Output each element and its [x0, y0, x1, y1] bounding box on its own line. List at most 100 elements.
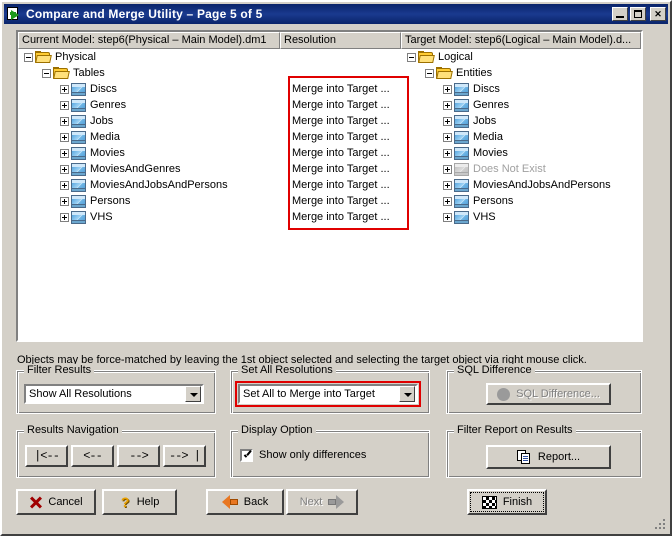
- show-only-differences-checkbox[interactable]: [240, 449, 253, 462]
- expand-toggle-icon[interactable]: [60, 100, 69, 110]
- expand-toggle-icon[interactable]: [443, 100, 452, 110]
- tree-item-entity[interactable]: Movies: [401, 145, 641, 161]
- help-button[interactable]: ? Help: [102, 489, 177, 515]
- finish-button[interactable]: Finish: [467, 489, 547, 515]
- resolution-cell[interactable]: Merge into Target ...: [280, 193, 401, 209]
- tree-item-label: Persons: [473, 195, 514, 207]
- tree-node-logical[interactable]: Logical: [401, 49, 641, 65]
- tree-item-label: Jobs: [90, 115, 114, 127]
- tree-item-label: Media: [90, 131, 120, 143]
- tree-item-label: Does Not Exist: [473, 163, 546, 175]
- resolution-cell[interactable]: Merge into Target ...: [280, 129, 401, 145]
- chevron-down-icon[interactable]: [185, 386, 201, 402]
- compare-merge-window: Compare and Merge Utility – Page 5 of 5 …: [0, 0, 672, 536]
- expand-toggle-icon[interactable]: [443, 116, 452, 126]
- minimize-button[interactable]: [612, 7, 628, 21]
- close-button[interactable]: ✕: [650, 7, 666, 21]
- tree-node-label: Physical: [55, 51, 96, 63]
- expand-toggle-icon[interactable]: [60, 148, 69, 158]
- show-only-differences-label[interactable]: Show only differences: [259, 449, 366, 461]
- expand-toggle-icon[interactable]: [60, 116, 69, 126]
- collapse-toggle-icon[interactable]: [24, 52, 33, 62]
- tree-item-entity[interactable]: MoviesAndJobsAndPersons: [401, 177, 641, 193]
- resolution-cell[interactable]: Merge into Target ...: [280, 209, 401, 225]
- window-controls: ✕: [612, 7, 666, 21]
- tree-node-tables[interactable]: Tables: [18, 65, 280, 81]
- tree-node-label: Entities: [456, 67, 493, 79]
- nav-last-button[interactable]: --> |: [163, 445, 206, 467]
- tree-item-table[interactable]: Discs: [18, 81, 280, 97]
- tree-item-label: Movies: [90, 147, 125, 159]
- tree-item-table[interactable]: Genres: [18, 97, 280, 113]
- expand-toggle-icon[interactable]: [443, 132, 452, 142]
- expand-toggle-icon[interactable]: [443, 148, 452, 158]
- tree-node-physical[interactable]: Physical: [18, 49, 280, 65]
- expand-toggle-icon[interactable]: [443, 164, 452, 174]
- expand-toggle-icon[interactable]: [443, 84, 452, 94]
- arrow-left-icon: [221, 495, 238, 509]
- expand-toggle-icon[interactable]: [443, 212, 452, 222]
- resolution-cell[interactable]: Merge into Target ...: [280, 81, 401, 97]
- resolution-cell[interactable]: Merge into Target ...: [280, 145, 401, 161]
- tree-item-table[interactable]: Jobs: [18, 113, 280, 129]
- resolution-cell[interactable]: Merge into Target ...: [280, 113, 401, 129]
- tree-item-table[interactable]: Persons: [18, 193, 280, 209]
- expand-toggle-icon[interactable]: [60, 132, 69, 142]
- nav-prev-button[interactable]: <--: [71, 445, 114, 467]
- tree-item-table[interactable]: MoviesAndGenres: [18, 161, 280, 177]
- tree-item-entity[interactable]: Does Not Exist: [401, 161, 641, 177]
- collapse-toggle-icon[interactable]: [425, 68, 434, 78]
- tree-item-table[interactable]: Media: [18, 129, 280, 145]
- back-button[interactable]: Back: [206, 489, 284, 515]
- sql-difference-label: SQL Difference...: [516, 388, 600, 400]
- expand-toggle-icon[interactable]: [60, 84, 69, 94]
- expand-toggle-icon[interactable]: [443, 196, 452, 206]
- resolution-cell[interactable]: Merge into Target ...: [280, 97, 401, 113]
- resolution-column: Merge into Target ... Merge into Target .…: [280, 49, 409, 340]
- question-icon: ?: [120, 494, 130, 510]
- collapse-toggle-icon[interactable]: [42, 68, 51, 78]
- report-button[interactable]: Report...: [486, 445, 611, 469]
- compare-merge-icon: [6, 6, 22, 22]
- collapse-toggle-icon[interactable]: [407, 52, 416, 62]
- chevron-down-icon[interactable]: [399, 386, 415, 402]
- filter-results-combo[interactable]: Show All Resolutions: [24, 384, 204, 404]
- column-header-target-model[interactable]: Target Model: step6(Logical – Main Model…: [401, 32, 641, 49]
- resolution-cell[interactable]: Merge into Target ...: [280, 177, 401, 193]
- tree-item-label: MoviesAndJobsAndPersons: [473, 179, 611, 191]
- expand-toggle-icon[interactable]: [60, 164, 69, 174]
- tree-node-entities[interactable]: Entities: [401, 65, 641, 81]
- tree-item-label: Media: [473, 131, 503, 143]
- column-header-resolution[interactable]: Resolution: [280, 32, 401, 49]
- cancel-button[interactable]: Cancel: [16, 489, 96, 515]
- tree-item-entity[interactable]: Jobs: [401, 113, 641, 129]
- report-pages-icon: [516, 449, 532, 465]
- expand-toggle-icon[interactable]: [60, 196, 69, 206]
- tree-item-label: Discs: [90, 83, 117, 95]
- help-label: Help: [136, 496, 160, 508]
- tree-item-entity[interactable]: VHS: [401, 209, 641, 225]
- sql-difference-button[interactable]: SQL Difference...: [486, 383, 611, 405]
- check-icon: [243, 451, 252, 459]
- table-icon: [454, 82, 469, 96]
- nav-first-button[interactable]: |<--: [25, 445, 68, 467]
- set-all-resolutions-combo[interactable]: Set All to Merge into Target: [238, 384, 418, 404]
- expand-toggle-icon[interactable]: [443, 180, 452, 190]
- tree-item-entity[interactable]: Discs: [401, 81, 641, 97]
- nav-next-button[interactable]: -->: [117, 445, 160, 467]
- next-button[interactable]: Next: [286, 489, 358, 515]
- resize-grip[interactable]: [653, 517, 667, 531]
- tree-item-entity[interactable]: Media: [401, 129, 641, 145]
- tree-item-entity[interactable]: Genres: [401, 97, 641, 113]
- tree-body: Physical Tables Discs Genres Jobs Media Movi…: [18, 49, 641, 340]
- expand-toggle-icon[interactable]: [60, 180, 69, 190]
- tree-item-entity[interactable]: Persons: [401, 193, 641, 209]
- column-header-current-model[interactable]: Current Model: step6(Physical – Main Mod…: [18, 32, 280, 49]
- expand-toggle-icon[interactable]: [60, 212, 69, 222]
- window-title: Compare and Merge Utility – Page 5 of 5: [26, 7, 263, 21]
- tree-item-table[interactable]: VHS: [18, 209, 280, 225]
- resolution-cell[interactable]: Merge into Target ...: [280, 161, 401, 177]
- tree-item-table[interactable]: Movies: [18, 145, 280, 161]
- tree-item-table[interactable]: MoviesAndJobsAndPersons: [18, 177, 280, 193]
- maximize-button[interactable]: [630, 7, 646, 21]
